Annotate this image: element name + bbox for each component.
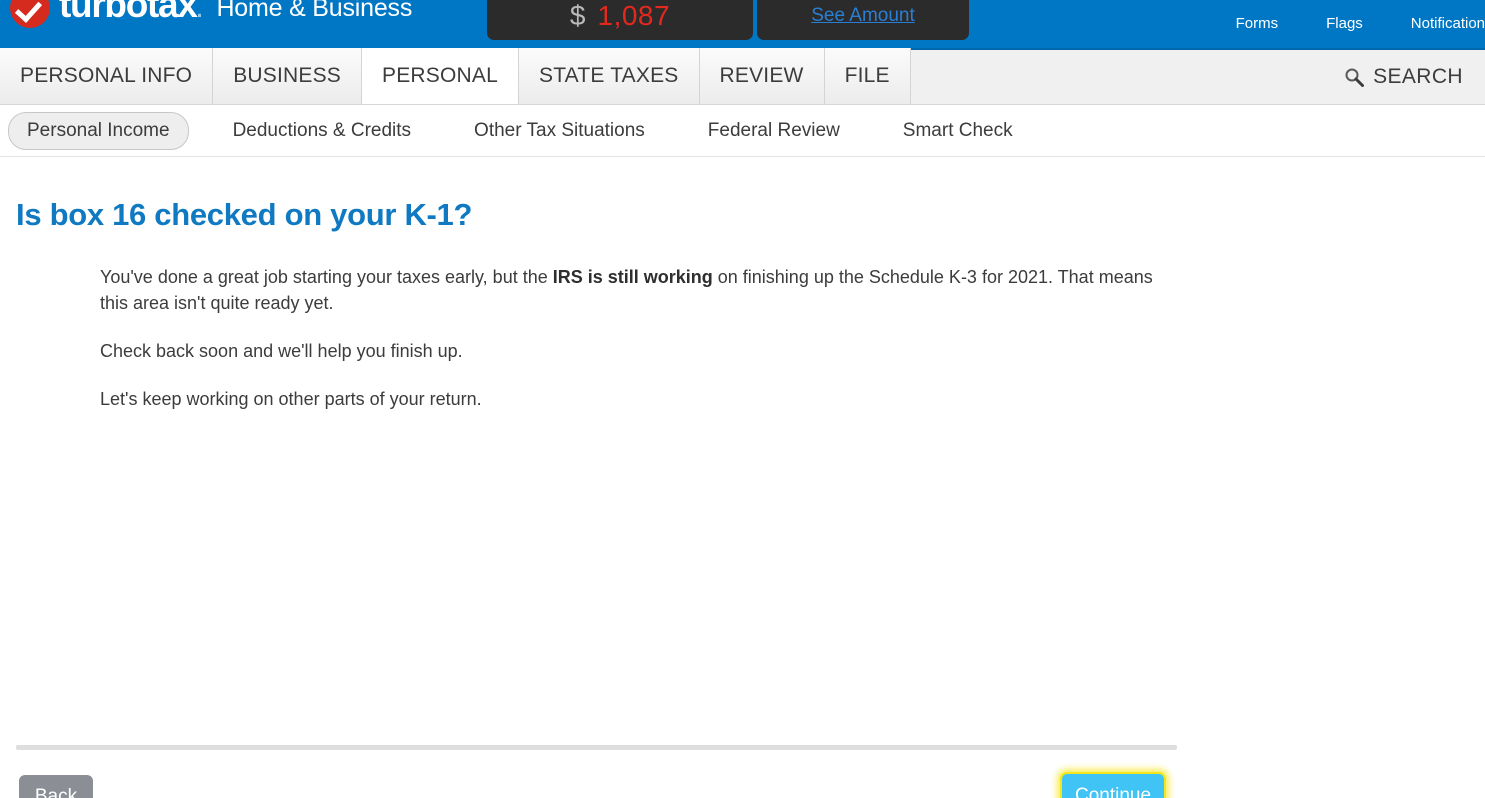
paragraph-check-back: Check back soon and we'll help you finis… <box>100 341 463 361</box>
turbotax-logo: turbotax. Home & Business <box>10 0 412 30</box>
sub-nav: Personal Income Deductions & Credits Oth… <box>0 105 1485 157</box>
brand-name: turbotax. <box>59 0 202 31</box>
refund-amount-box[interactable]: $ 1,087 <box>487 0 753 40</box>
search-label: SEARCH <box>1373 64 1463 88</box>
tab-review[interactable]: REVIEW <box>699 48 825 104</box>
turbotax-check-icon <box>10 0 50 28</box>
footer-divider <box>16 745 1177 750</box>
refund-amount-value: 1,087 <box>597 0 671 31</box>
footer: Back Continue <box>0 745 1485 798</box>
header-nav-item-forms[interactable]: Forms <box>1212 0 1303 48</box>
brand-edition: Home & Business <box>216 0 413 22</box>
paragraph-1-emphasis: IRS is still working <box>552 267 713 287</box>
page-title: Is box 16 checked on your K-1? <box>16 197 473 232</box>
brand-name-text: turbotax <box>59 0 198 25</box>
app-header: turbotax. Home & Business $ 1,087 See Am… <box>0 0 1485 48</box>
tab-file[interactable]: FILE <box>824 48 911 104</box>
brand-dot: . <box>196 0 203 22</box>
subnav-item-deductions-credits[interactable]: Deductions & Credits <box>214 112 430 150</box>
continue-button[interactable]: Continue <box>1060 772 1166 798</box>
tab-personal-info[interactable]: PERSONAL INFO <box>0 48 214 104</box>
refund-currency-symbol: $ <box>569 0 586 31</box>
back-button[interactable]: Back <box>19 775 93 798</box>
header-nav: Forms Flags Notification <box>1212 0 1485 48</box>
header-nav-item-notifications[interactable]: Notification <box>1387 0 1485 48</box>
subnav-item-personal-income[interactable]: Personal Income <box>8 111 189 150</box>
paragraph-1-part-1: You've done a great job starting your ta… <box>100 267 553 287</box>
body-copy: You've done a great job starting your ta… <box>100 264 1170 434</box>
subnav-item-other-tax-situations[interactable]: Other Tax Situations <box>455 112 664 150</box>
search-icon <box>1345 68 1365 87</box>
tab-business[interactable]: BUSINESS <box>213 48 363 104</box>
main-content: Is box 16 checked on your K-1? You've do… <box>0 157 1485 745</box>
see-amount-link[interactable]: See Amount <box>811 5 915 27</box>
subnav-item-federal-review[interactable]: Federal Review <box>689 112 859 150</box>
subnav-item-smart-check[interactable]: Smart Check <box>884 112 1032 150</box>
primary-tab-bar: PERSONAL INFO BUSINESS PERSONAL STATE TA… <box>0 48 1485 105</box>
header-nav-item-flags[interactable]: Flags <box>1302 0 1387 48</box>
search-control[interactable]: SEARCH <box>1344 48 1463 105</box>
see-amount-box[interactable]: See Amount <box>757 0 969 40</box>
paragraph-irs-notice: You've done a great job starting your ta… <box>100 264 1160 316</box>
tab-state-taxes[interactable]: STATE TAXES <box>519 48 700 104</box>
tab-personal[interactable]: PERSONAL <box>361 48 519 104</box>
paragraph-keep-working: Let's keep working on other parts of you… <box>100 389 482 409</box>
